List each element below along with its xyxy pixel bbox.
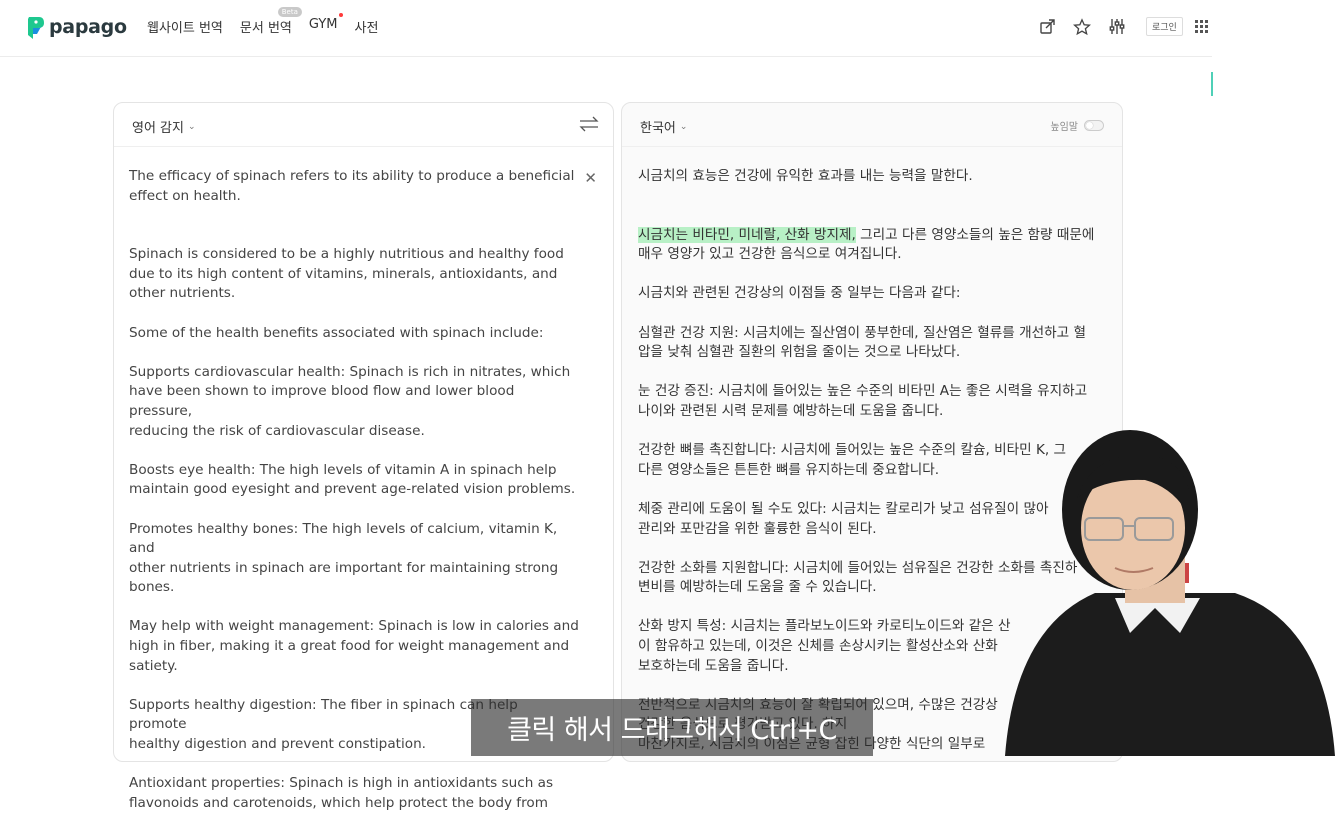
source-panel-header: 영어 감지 ⌄: [114, 103, 613, 147]
selected-text-highlight[interactable]: 시금치는 비타민, 미네랄, 산화 방지제,: [638, 226, 856, 243]
share-icon[interactable]: [1038, 18, 1056, 36]
nav-website-translation[interactable]: 웹사이트 번역: [147, 17, 223, 36]
target-paragraph: 시금치의 효능은 건강에 유익한 효과를 내는 능력을 말한다.: [638, 168, 973, 184]
source-paragraph: Some of the health benefits associated w…: [129, 324, 544, 341]
toggle-switch[interactable]: [1084, 120, 1104, 131]
nav-document-label: 문서 번역: [239, 21, 292, 36]
beta-badge: Beta: [277, 7, 302, 17]
main-nav: 웹사이트 번역 문서 번역 Beta GYM 사전: [147, 7, 378, 36]
new-dot: [339, 13, 344, 17]
nav-gym-label: GYM: [308, 17, 338, 32]
target-paragraph: 시금치와 관련된 건강상의 이점들 중 일부는 다음과 같다:: [638, 285, 961, 302]
source-language-select[interactable]: 영어 감지 ⌄: [132, 117, 196, 136]
source-panel: 영어 감지 ⌄ ✕ The efficacy of spinach refers…: [113, 102, 614, 811]
target-language-select[interactable]: 한국어 ⌄: [640, 117, 687, 136]
video-subtitle-caption: 클릭 해서 드래그해서 Ctrl+C: [471, 699, 873, 756]
clear-text-button[interactable]: ✕: [584, 169, 597, 187]
nav-dictionary[interactable]: 사전: [354, 17, 378, 36]
star-icon[interactable]: [1073, 17, 1091, 36]
honorific-label: 높임말: [1050, 122, 1078, 133]
source-paragraph: Supports cardiovascular health: Spinach …: [129, 363, 571, 439]
honorific-toggle[interactable]: 높임말: [1050, 118, 1104, 133]
login-button[interactable]: 로그인: [1146, 17, 1183, 36]
scroll-indicator[interactable]: [1211, 72, 1213, 96]
nav-document-translation[interactable]: 문서 번역 Beta: [239, 7, 302, 36]
target-panel-header: 한국어 ⌄ 높임말: [622, 103, 1122, 147]
swap-languages-icon[interactable]: [579, 115, 599, 137]
target-paragraph: 심혈관 건강 지원: 시금치에는 질산염이 풍부한데, 질산염은 혈류를 개선하…: [638, 324, 1086, 361]
source-paragraph: Boosts eye health: The high levels of vi…: [129, 461, 576, 498]
nav-gym[interactable]: GYM: [308, 13, 344, 36]
app-name: papago: [49, 16, 127, 38]
apps-grid-icon[interactable]: [1194, 20, 1208, 33]
target-paragraph: 시금치는 비타민, 미네랄, 산화 방지제, 그리고 다른 영양소들의 높은 함…: [638, 226, 1110, 265]
target-paragraph: 눈 건강 증진: 시금치에 들어있는 높은 수준의 비타민 A는 좋은 시력을 …: [638, 383, 1088, 419]
presenter-webcam-overlay: [985, 418, 1344, 756]
source-language-label: 영어 감지: [132, 121, 184, 136]
target-language-label: 한국어: [640, 121, 676, 136]
source-paragraph: Promotes healthy bones: The high levels …: [129, 520, 559, 596]
top-toolbar: 로그인: [1038, 17, 1208, 36]
source-paragraph: May help with weight management: Spinach…: [129, 618, 579, 674]
source-paragraph: Antioxidant properties: Spinach is high …: [129, 775, 554, 811]
top-bar: papago 웹사이트 번역 문서 번역 Beta GYM 사전 로그인: [0, 0, 1212, 57]
chevron-down-icon: ⌄: [679, 121, 688, 132]
source-paragraph: The efficacy of spinach refers to its ab…: [129, 168, 575, 204]
papago-parrot-icon: [25, 15, 45, 39]
papago-logo[interactable]: papago: [25, 14, 127, 40]
settings-sliders-icon[interactable]: [1108, 18, 1126, 36]
source-paragraph: Spinach is considered to be a highly nut…: [129, 246, 564, 302]
chevron-down-icon: ⌄: [187, 121, 196, 132]
